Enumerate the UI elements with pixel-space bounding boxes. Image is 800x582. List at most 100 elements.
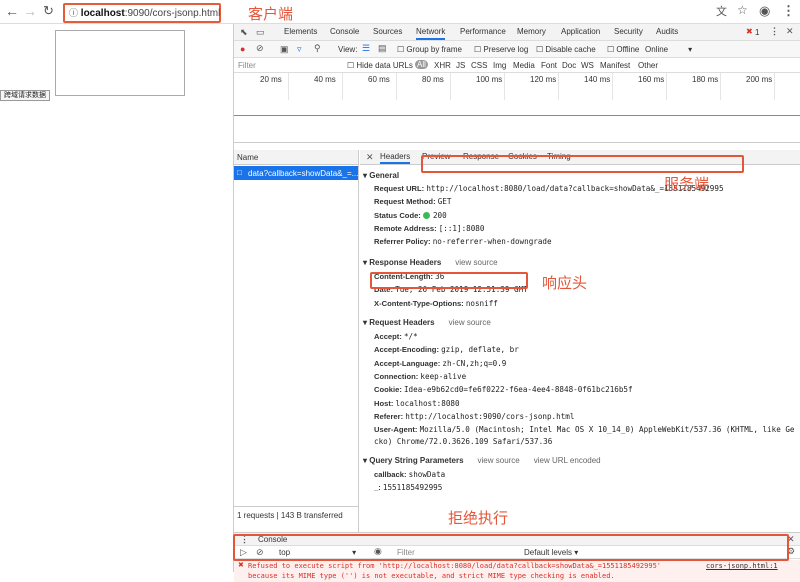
query-header-row: _: 1551185492995 (374, 482, 442, 494)
request-header-row: User-Agent: Mozilla/5.0 (Macintosh; Inte… (374, 424, 794, 436)
timeline-tick-label: 60 ms (368, 75, 390, 84)
requests-list: Name □ data?callback=showData&_=... 1 re… (234, 150, 359, 532)
header-key: Cookie: (374, 385, 402, 395)
type-filter-all[interactable]: All (415, 60, 428, 69)
hide-data-urls-checkbox[interactable]: ☐ Hide data URLs (347, 61, 413, 70)
group-by-frame-checkbox[interactable]: ☐ Group by frame (397, 45, 462, 54)
address-bar: ← → ↻ ⓘ localhost:9090/cors-jsonp.html 文… (0, 0, 800, 24)
device-toolbar-icon[interactable]: ▭ (256, 27, 265, 38)
header-key: X-Content-Type-Options: (374, 298, 464, 308)
bookmark-star-icon[interactable]: ☆ (737, 3, 748, 17)
offline-checkbox[interactable]: ☐ Offline (607, 45, 639, 54)
close-details-icon[interactable]: ✕ (366, 152, 374, 163)
disable-cache-checkbox[interactable]: ☐ Disable cache (536, 45, 596, 54)
back-icon[interactable]: ← (5, 3, 19, 19)
filter-icon[interactable]: ▿ (297, 44, 302, 55)
header-key: Accept: (374, 332, 402, 341)
tab-application[interactable]: Application (561, 24, 600, 40)
transfer-summary: 1 requests | 143 B transferred (237, 511, 343, 520)
filter-input[interactable]: Filter (238, 61, 338, 70)
tab-elements[interactable]: Elements (284, 24, 317, 40)
cross-domain-request-button[interactable]: 跨域请求数据 (0, 90, 50, 101)
timeline-gridline (558, 73, 559, 100)
header-value: nosniff (465, 298, 498, 308)
error-icon[interactable]: ✖ (746, 27, 753, 36)
response-view-source-link[interactable]: view source (455, 258, 497, 267)
translate-icon[interactable]: 文 (716, 3, 727, 19)
type-filter-img[interactable]: Img (493, 61, 506, 70)
request-details: ✕ Headers Preview Response Cookies Timin… (360, 150, 800, 532)
type-filter-ws[interactable]: WS (581, 61, 594, 70)
tab-performance[interactable]: Performance (460, 24, 506, 40)
tab-sources[interactable]: Sources (373, 24, 402, 40)
type-filter-css[interactable]: CSS (471, 61, 487, 70)
name-column-header[interactable]: Name (234, 150, 358, 165)
status-ok-icon (422, 212, 430, 220)
network-toolbar: ● ⊘ ▣ ▿ ⚲ View: ☰ ▤ ☐ Group by frame ☐ P… (234, 41, 800, 58)
header-value: Idea-e9b62cd0=fe6f0222-f6ea-4ee4-8848-0f… (403, 385, 633, 395)
tab-memory[interactable]: Memory (517, 24, 546, 40)
throttling-value: Online (645, 45, 669, 54)
data-textarea[interactable] (55, 30, 185, 96)
query-string-toggle[interactable]: ▾ Query String Parameters view source view… (363, 456, 601, 465)
general-section-toggle[interactable]: ▾ General (363, 171, 399, 180)
request-url-highlight (421, 155, 744, 173)
error-source-link[interactable]: cors-jsonp.html:1 (706, 562, 778, 570)
response-headers-title: Response Headers (369, 258, 442, 267)
timeline-tick-label: 40 ms (314, 75, 336, 84)
timeline-tick-label: 100 ms (476, 75, 503, 84)
tab-console[interactable]: Console (330, 24, 359, 40)
overview-icon[interactable]: ▤ (378, 43, 387, 54)
throttling-select[interactable]: Online ▾ (645, 45, 692, 54)
response-headers-toggle[interactable]: ▾ Response Headers view source (363, 258, 498, 267)
forward-icon[interactable]: → (23, 3, 37, 19)
header-key: Connection: (374, 371, 419, 381)
header-value: no-referrer-when-downgrade (432, 237, 552, 247)
large-rows-icon[interactable]: ☰ (362, 43, 370, 54)
tab-headers[interactable]: Headers (380, 150, 411, 164)
timeline-tick-label: 140 ms (584, 75, 611, 84)
preserve-log-checkbox[interactable]: ☐ Preserve log (474, 45, 528, 54)
type-filter-font[interactable]: Font (541, 61, 557, 70)
preserve-log-label: Preserve log (483, 45, 529, 54)
record-icon[interactable]: ● (240, 44, 245, 54)
user-agent-continued: cko) Chrome/72.0.3626.109 Safari/537.36 (374, 437, 553, 446)
info-icon[interactable]: ⓘ (69, 8, 78, 18)
query-view-source-link[interactable]: view source (478, 456, 520, 465)
request-headers-title: Request Headers (369, 318, 435, 327)
error-count: 1 (755, 28, 760, 37)
request-header-row: Accept-Language: zh-CN,zh;q=0.9 (374, 358, 506, 370)
screenshot-icon[interactable]: ▣ (280, 44, 289, 55)
type-filter-manifest[interactable]: Manifest (600, 61, 630, 70)
clear-icon[interactable]: ⊘ (256, 43, 264, 54)
search-icon[interactable]: ⚲ (314, 43, 321, 54)
header-value: [::1]:8080 (438, 223, 485, 233)
tab-audits[interactable]: Audits (656, 24, 678, 40)
header-value: 200 (432, 210, 447, 220)
request-headers-toggle[interactable]: ▾ Request Headers view source (363, 318, 491, 327)
error-text-line1: Refused to execute script from 'http://l… (248, 562, 662, 570)
header-key: Host: (374, 398, 394, 408)
menu-icon[interactable]: ⋮ (782, 3, 795, 19)
reload-icon[interactable]: ↻ (43, 3, 54, 19)
view-url-encoded-link[interactable]: view URL encoded (534, 456, 601, 465)
type-filter-xhr[interactable]: XHR (434, 61, 451, 70)
request-header-row: Accept-Encoding: gzip, deflate, br (374, 344, 519, 356)
profile-icon[interactable]: ◉ (759, 3, 770, 19)
hide-data-urls-label: Hide data URLs (356, 61, 413, 70)
header-key: User-Agent: (374, 425, 418, 435)
timeline-tick-label: 180 ms (692, 75, 719, 84)
url-field[interactable]: ⓘ localhost:9090/cors-jsonp.html (63, 3, 221, 23)
tab-network[interactable]: Network (416, 24, 446, 40)
close-devtools-icon[interactable]: ✕ (786, 26, 794, 37)
more-options-icon[interactable]: ⋮ (770, 26, 779, 37)
type-filter-doc[interactable]: Doc (562, 61, 576, 70)
timeline-overview[interactable]: 20 ms 40 ms 60 ms 80 ms 100 ms 120 ms 140 ms 16… (234, 73, 800, 143)
type-filter-js[interactable]: JS (456, 61, 465, 70)
inspect-element-icon[interactable]: ⬉ (240, 27, 248, 38)
tab-security[interactable]: Security (614, 24, 643, 40)
request-view-source-link[interactable]: view source (449, 318, 491, 327)
type-filter-other[interactable]: Other (638, 61, 658, 70)
request-row[interactable]: □ data?callback=showData&_=... (234, 166, 358, 180)
type-filter-media[interactable]: Media (513, 61, 535, 70)
